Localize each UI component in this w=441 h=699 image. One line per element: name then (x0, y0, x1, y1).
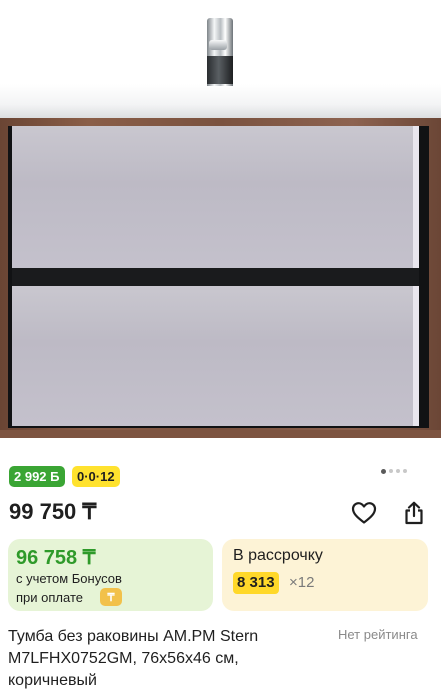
product-title: Тумба без раковины AM.PM Stern M7LFHX075… (8, 628, 259, 689)
installment-amount: 8 313 (233, 572, 279, 594)
product-image[interactable] (0, 0, 441, 458)
pager-dot-active (381, 468, 386, 474)
rating-status[interactable]: Нет рейтинга (338, 627, 418, 642)
share-button[interactable] (399, 498, 429, 528)
drawer-bottom (12, 286, 419, 426)
installment-badge: 0·0·12 (72, 466, 120, 487)
bonus-caption: с учетом Бонусов (16, 571, 122, 586)
bonus-badge: 2 992 Б (9, 466, 65, 487)
gallery-pager[interactable] (381, 468, 407, 474)
faucet-base (207, 56, 233, 84)
bonus-price: 96 758 ₸ (16, 547, 96, 569)
sink-basin (0, 84, 441, 119)
pager-dot (403, 469, 407, 473)
payment-icon: ₸ (100, 588, 122, 606)
share-icon (405, 501, 423, 525)
pager-dot (396, 469, 400, 473)
drawer-top (12, 126, 419, 268)
heart-icon (351, 502, 377, 524)
drawer-divider (12, 268, 419, 286)
favorite-button[interactable] (349, 498, 379, 528)
faucet-handle (209, 40, 227, 50)
bonus-payment-caption: при оплате (16, 590, 83, 605)
product-price: 99 750 ₸ (9, 499, 97, 524)
cabinet-base (0, 430, 441, 438)
installment-card[interactable]: В рассрочку 8 313 ×12 (222, 539, 428, 611)
bonus-price-card[interactable]: 96 758 ₸ с учетом Бонусов при оплате ₸ (8, 539, 213, 611)
installment-title: В рассрочку (233, 547, 323, 564)
installment-multiplier: ×12 (289, 574, 315, 591)
pager-dot (389, 469, 393, 473)
